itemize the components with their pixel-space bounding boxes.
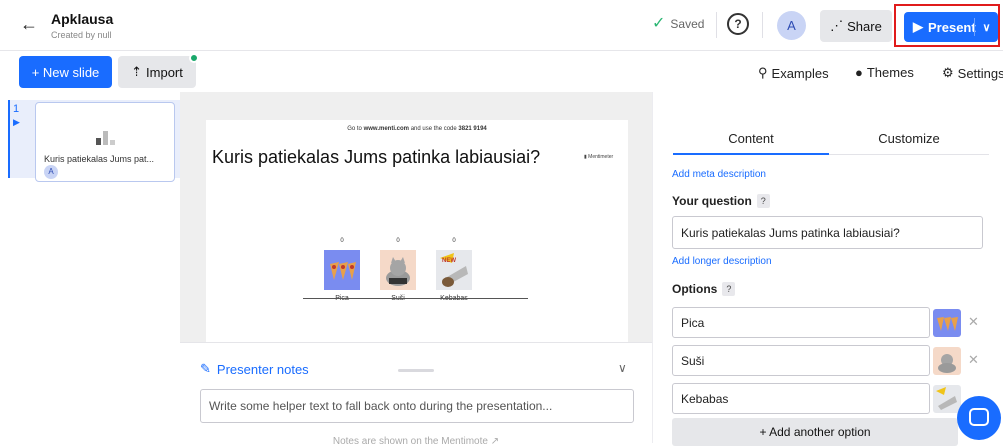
- check-icon: ✓: [652, 15, 666, 32]
- themes-button[interactable]: ● Themes: [855, 65, 914, 80]
- present-label: Present: [928, 19, 976, 35]
- presenter-notes-toggle[interactable]: ✎ Presenter notes: [200, 361, 309, 377]
- slide-preview[interactable]: Go to www.menti.com and use the code 382…: [206, 120, 639, 369]
- divider: [762, 12, 763, 38]
- slide-list-item[interactable]: 1 ▶ Kuris patiekalas Jums pat... A: [8, 100, 180, 182]
- help-icon[interactable]: ?: [727, 13, 749, 35]
- drag-handle[interactable]: [398, 369, 434, 372]
- chat-support-button[interactable]: [957, 396, 1001, 440]
- option-input[interactable]: [672, 383, 930, 414]
- gear-icon: ⚙: [942, 65, 954, 80]
- play-icon: ▶: [913, 19, 923, 34]
- data-label: 0: [452, 238, 456, 244]
- x-axis: [303, 298, 528, 299]
- mentimeter-logo: ▮ Mentimeter: [584, 154, 614, 160]
- bar-column: 0 NEW Kebabas: [436, 238, 472, 302]
- presenter-notes-panel: ✎ Presenter notes ∨ Notes are shown on t…: [180, 342, 652, 447]
- question-label: Your question?: [672, 194, 770, 208]
- drop-icon: ●: [855, 65, 863, 80]
- question-input[interactable]: [672, 216, 983, 249]
- saved-label: Saved: [670, 17, 705, 31]
- back-arrow-icon[interactable]: ←: [20, 14, 38, 35]
- close-icon[interactable]: ✕: [968, 352, 979, 368]
- cat-sushi-image[interactable]: [933, 347, 961, 375]
- saved-status: ✓ Saved: [652, 15, 705, 32]
- editor-panel: Content Customize Add meta description Y…: [652, 92, 1003, 446]
- lightbulb-icon: ⚲: [758, 65, 768, 80]
- external-link-icon: ↗: [490, 436, 500, 447]
- presenter-notes-input[interactable]: [200, 389, 634, 423]
- divider: [716, 12, 717, 38]
- data-label: 0: [340, 238, 344, 244]
- kebab-image: NEW: [436, 250, 472, 290]
- pizza-image: [324, 250, 360, 290]
- examples-label: Examples: [771, 65, 829, 81]
- pencil-icon: ✎: [200, 361, 211, 376]
- option-input[interactable]: [672, 345, 930, 376]
- new-slide-button[interactable]: + New slide: [19, 56, 112, 88]
- add-option-button[interactable]: + Add another option: [672, 418, 958, 446]
- add-longer-description-link[interactable]: Add longer description: [672, 256, 772, 267]
- slide-thumbnail-title: Kuris patiekalas Jums pat...: [44, 154, 155, 164]
- help-icon[interactable]: ?: [756, 194, 770, 208]
- data-label: 0: [396, 238, 400, 244]
- settings-label: Settings: [957, 65, 1003, 81]
- bar-column: 0 Pica: [324, 238, 360, 302]
- kebab-image[interactable]: [933, 385, 961, 413]
- chevron-down-icon[interactable]: ∨: [618, 361, 627, 375]
- slide-canvas: Go to www.menti.com and use the code 382…: [180, 92, 652, 369]
- avatar[interactable]: A: [777, 11, 806, 40]
- chat-icon: [969, 408, 989, 426]
- notification-dot: [189, 53, 199, 63]
- avatar: A: [44, 165, 58, 179]
- slide-number: 1: [13, 103, 20, 115]
- slide-thumbnail[interactable]: Kuris patiekalas Jums pat... A: [35, 102, 175, 182]
- join-instructions: Go to www.menti.com and use the code 382…: [347, 126, 487, 132]
- current-slide-arrow-icon: ▶: [13, 117, 20, 127]
- active-tab-indicator: [673, 153, 829, 155]
- settings-button[interactable]: ⚙ Settings: [942, 65, 1003, 81]
- chevron-down-icon[interactable]: ∨: [975, 21, 998, 34]
- option-input[interactable]: [672, 307, 930, 338]
- present-highlight-box: ▶ Present ∨: [894, 4, 1000, 47]
- slide-list: 1 ▶ Kuris patiekalas Jums pat... A: [0, 92, 180, 443]
- slide-question: Kuris patiekalas Jums patinka labiausiai…: [212, 147, 541, 167]
- divider: [829, 154, 989, 155]
- pizza-image[interactable]: [933, 309, 961, 337]
- tab-customize[interactable]: Customize: [829, 131, 989, 146]
- presenter-notes-heading: Presenter notes: [216, 361, 309, 377]
- notes-footer: Notes are shown on the Mentimote ↗: [332, 436, 500, 447]
- bar-chart-icon: [96, 131, 115, 145]
- import-button[interactable]: ⇡ Import: [118, 56, 196, 88]
- share-button[interactable]: ⋰ Share: [820, 10, 892, 42]
- presentation-subtitle: Created by null: [51, 30, 112, 40]
- present-button[interactable]: ▶ Present ∨: [904, 12, 998, 42]
- themes-label: Themes: [866, 65, 914, 80]
- options-label: Options?: [672, 282, 736, 296]
- share-label: Share: [847, 18, 882, 34]
- close-icon[interactable]: ✕: [968, 314, 979, 330]
- bar-column: 0 Suši: [380, 238, 416, 302]
- upload-icon: ⇡: [131, 64, 143, 79]
- presentation-title[interactable]: Apklausa: [51, 11, 113, 27]
- share-icon: ⋰: [830, 18, 844, 33]
- tab-content[interactable]: Content: [673, 131, 829, 146]
- top-bar: ← Apklausa Created by null ✓ Saved ? A ⋰…: [0, 0, 1003, 51]
- help-icon[interactable]: ?: [722, 282, 736, 296]
- add-meta-description-link[interactable]: Add meta description: [672, 169, 766, 180]
- bar-chart: 0 Pica 0 Suši 0 NEW Kebabas: [324, 238, 472, 302]
- examples-button[interactable]: ⚲ Examples: [758, 65, 829, 81]
- import-label: Import: [146, 64, 183, 80]
- editor-toolbar: + New slide ⇡ Import ⚲ Examples ● Themes…: [0, 52, 1003, 92]
- cat-sushi-image: [380, 250, 416, 290]
- brand-bars-icon: ▮: [584, 154, 587, 160]
- svg-text:NEW: NEW: [442, 258, 456, 264]
